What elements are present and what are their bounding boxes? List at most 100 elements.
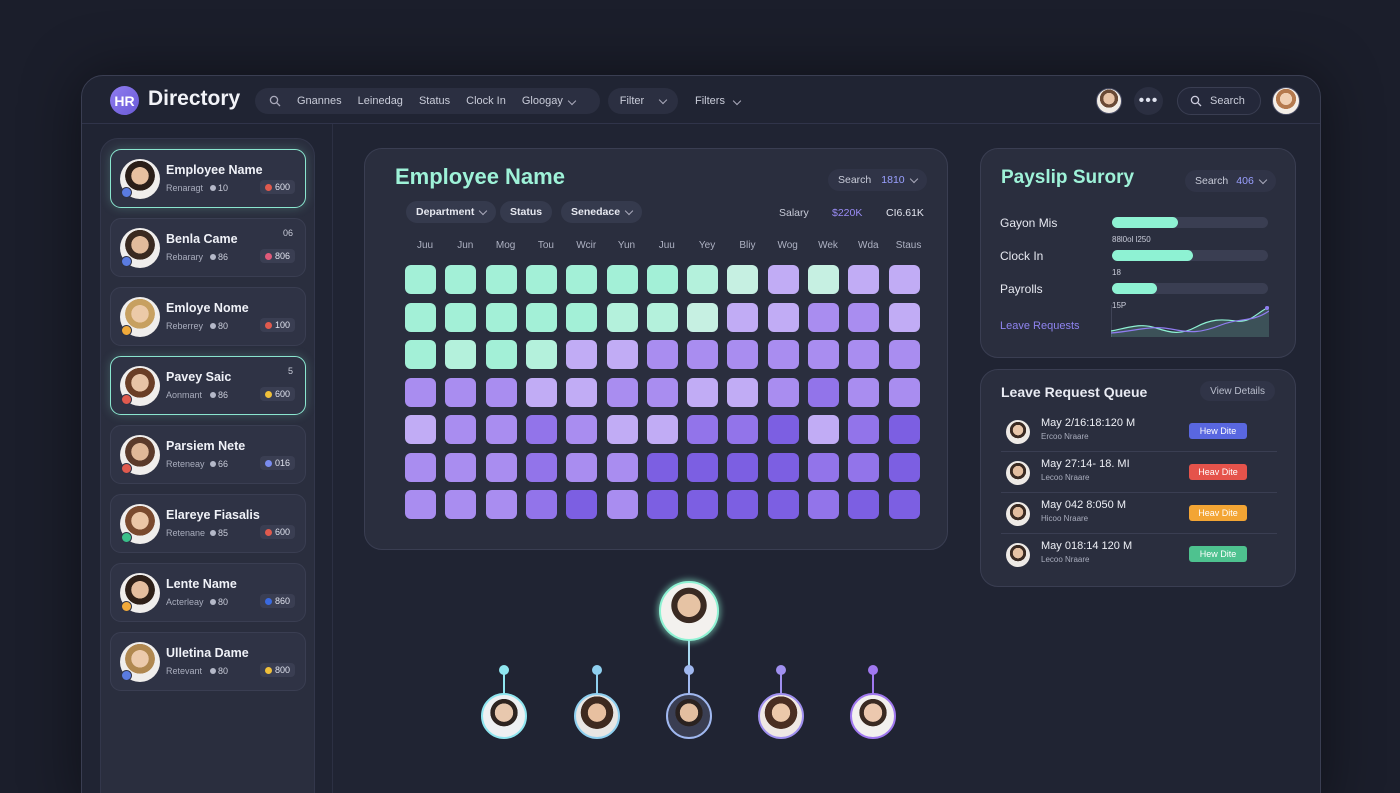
leave-request-row[interactable]: May 2/16:18:120 M Ercoo Nraare Hew Dite: [1001, 412, 1277, 452]
heatmap-cell[interactable]: [445, 490, 477, 519]
heatmap-cell[interactable]: [525, 490, 557, 519]
employee-card[interactable]: Emloye Nome Reberrey 80 100: [110, 287, 306, 346]
senedace-filter[interactable]: Senedace: [561, 201, 643, 223]
heatmap-cell[interactable]: [566, 377, 598, 407]
heatmap-cell[interactable]: [687, 265, 719, 294]
leave-request-row[interactable]: May 042 8:050 M Hicoo Nraare Heav Dite: [1001, 494, 1277, 534]
heatmap-cell[interactable]: [485, 302, 517, 332]
heatmap-cell[interactable]: [646, 340, 678, 369]
employee-card[interactable]: Lente Name Acterleay 80 860: [110, 563, 306, 622]
heatmap-cell[interactable]: [808, 490, 839, 519]
heatmap-cell[interactable]: [848, 377, 880, 407]
heatmap-cell[interactable]: [606, 415, 638, 444]
heatmap-cell[interactable]: [687, 415, 719, 444]
heatmap-cell[interactable]: [566, 340, 598, 369]
heatmap-cell[interactable]: [405, 340, 436, 369]
heatmap-cell[interactable]: [888, 340, 920, 369]
heatmap-cell[interactable]: [727, 452, 759, 482]
org-node-avatar[interactable]: [574, 693, 620, 739]
heatmap-cell[interactable]: [888, 490, 920, 519]
heatmap-cell[interactable]: [485, 377, 517, 407]
nav-item[interactable]: Clock In: [466, 95, 506, 107]
org-node-avatar[interactable]: [850, 693, 896, 739]
heatmap-cell[interactable]: [767, 377, 799, 407]
heatmap-cell[interactable]: [808, 377, 839, 407]
heatmap-cell[interactable]: [646, 377, 678, 407]
heatmap-cell[interactable]: [888, 415, 920, 444]
heatmap-cell[interactable]: [848, 340, 880, 369]
heatmap-cell[interactable]: [767, 490, 799, 519]
heatmap-cell[interactable]: [646, 302, 678, 332]
heatmap-cell[interactable]: [646, 452, 678, 482]
heatmap-cell[interactable]: [848, 302, 880, 332]
heatmap-cell[interactable]: [727, 302, 759, 332]
heatmap-cell[interactable]: [485, 452, 517, 482]
leave-requests-link[interactable]: Leave Requests: [1000, 320, 1080, 332]
heatmap-cell[interactable]: [445, 377, 477, 407]
heatmap-cell[interactable]: [445, 452, 477, 482]
heatmap-cell[interactable]: [445, 265, 477, 294]
heatmap-cell[interactable]: [767, 302, 799, 332]
heatmap-cell[interactable]: [606, 340, 638, 369]
heatmap-cell[interactable]: [405, 452, 436, 482]
heatmap-cell[interactable]: [485, 415, 517, 444]
heatmap-cell[interactable]: [687, 377, 719, 407]
heatmap-cell[interactable]: [888, 302, 920, 332]
search-dropdown[interactable]: Search 406: [1185, 170, 1276, 192]
heatmap-cell[interactable]: [445, 340, 477, 369]
heatmap-cell[interactable]: [646, 490, 678, 519]
heatmap-cell[interactable]: [445, 415, 477, 444]
heatmap-cell[interactable]: [727, 377, 759, 407]
heatmap-cell[interactable]: [525, 302, 557, 332]
heatmap-cell[interactable]: [566, 490, 598, 519]
heatmap-cell[interactable]: [767, 452, 799, 482]
heatmap-cell[interactable]: [767, 265, 799, 294]
heatmap-cell[interactable]: [848, 490, 880, 519]
heatmap-cell[interactable]: [727, 490, 759, 519]
leave-status-badge[interactable]: Hew Dite: [1189, 423, 1247, 439]
heatmap-cell[interactable]: [687, 340, 719, 369]
heatmap-cell[interactable]: [405, 265, 436, 294]
heatmap-cell[interactable]: [566, 452, 598, 482]
heatmap-cell[interactable]: [848, 415, 880, 444]
heatmap-cell[interactable]: [848, 265, 880, 294]
nav-item[interactable]: Status: [419, 95, 450, 107]
leave-request-row[interactable]: May 018:14 120 M Lecoo Nraare Hew Dite: [1001, 535, 1277, 575]
heatmap-cell[interactable]: [687, 490, 719, 519]
heatmap-cell[interactable]: [646, 265, 678, 294]
heatmap-cell[interactable]: [767, 340, 799, 369]
heatmap-cell[interactable]: [405, 415, 436, 444]
org-node-avatar[interactable]: [666, 693, 712, 739]
heatmap-cell[interactable]: [888, 377, 920, 407]
filter-dropdown[interactable]: Filter: [608, 88, 678, 114]
heatmap-cell[interactable]: [888, 265, 920, 294]
heatmap-cell[interactable]: [808, 265, 839, 294]
nav-item[interactable]: Gnannes: [297, 95, 342, 107]
filters-dropdown[interactable]: Filters: [695, 95, 742, 107]
heatmap-cell[interactable]: [485, 340, 517, 369]
heatmap-cell[interactable]: [727, 340, 759, 369]
org-node-avatar[interactable]: [758, 693, 804, 739]
heatmap-cell[interactable]: [646, 415, 678, 444]
heatmap-cell[interactable]: [525, 265, 557, 294]
department-filter[interactable]: Department: [406, 201, 497, 223]
employee-card[interactable]: Employee Name Renaragt 10 600: [110, 149, 306, 208]
heatmap-cell[interactable]: [848, 452, 880, 482]
heatmap-cell[interactable]: [566, 265, 598, 294]
user-avatar[interactable]: [1272, 87, 1300, 115]
org-node-manager-avatar[interactable]: [659, 581, 719, 641]
heatmap-cell[interactable]: [606, 452, 638, 482]
heatmap-cell[interactable]: [445, 302, 477, 332]
leave-status-badge[interactable]: Heav Dite: [1189, 464, 1247, 480]
leave-status-badge[interactable]: Heav Dite: [1189, 505, 1247, 521]
employee-card[interactable]: Pavey Saic Aonmant 86 600 5: [110, 356, 306, 415]
heatmap-cell[interactable]: [606, 265, 638, 294]
leave-status-badge[interactable]: Hew Dite: [1189, 546, 1247, 562]
heatmap-cell[interactable]: [566, 415, 598, 444]
heatmap-cell[interactable]: [525, 340, 557, 369]
heatmap-cell[interactable]: [525, 377, 557, 407]
more-options-button[interactable]: •••: [1134, 87, 1163, 115]
avatar[interactable]: [1096, 88, 1122, 114]
nav-item[interactable]: Gloogay: [522, 95, 577, 107]
employee-card[interactable]: Parsiem Nete Reteneay 66 016: [110, 425, 306, 484]
